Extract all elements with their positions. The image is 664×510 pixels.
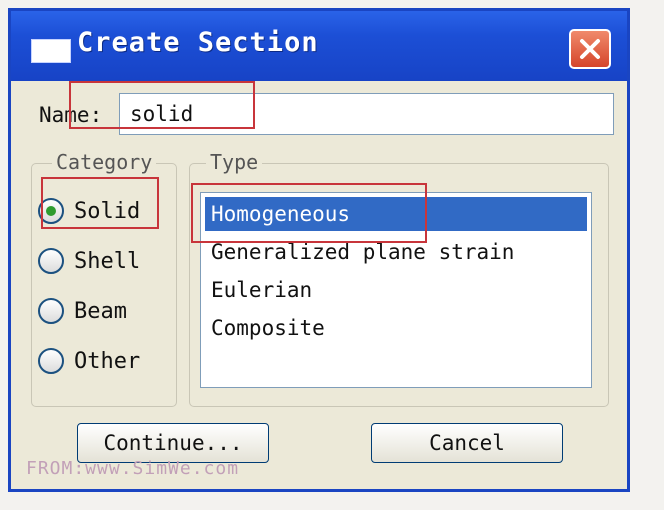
name-field[interactable]: solid [119, 93, 614, 135]
close-icon [580, 39, 600, 59]
category-title: Category [52, 150, 157, 174]
radio-beam[interactable] [38, 298, 64, 324]
continue-button[interactable]: Continue... [77, 423, 269, 463]
radio-label-other: Other [74, 348, 141, 374]
type-list[interactable]: Homogeneous Generalized plane strain Eul… [200, 192, 592, 388]
type-item-eulerian[interactable]: Eulerian [205, 273, 587, 307]
radio-label-solid: Solid [74, 198, 141, 224]
type-item-composite[interactable]: Composite [205, 311, 587, 345]
radio-solid[interactable] [38, 198, 64, 224]
category-option-solid[interactable]: Solid [38, 194, 140, 228]
window-title: Create Section [77, 27, 319, 58]
category-group: Category Solid Shell Beam Other [31, 150, 177, 407]
radio-label-beam: Beam [74, 298, 127, 324]
type-item-homogeneous[interactable]: Homogeneous [205, 197, 587, 231]
cancel-button[interactable]: Cancel [371, 423, 563, 463]
type-item-generalized-plane-strain[interactable]: Generalized plane strain [205, 235, 587, 269]
category-option-other[interactable]: Other [38, 344, 140, 378]
type-title: Type [206, 150, 263, 174]
window-icon [31, 39, 71, 63]
category-option-shell[interactable]: Shell [38, 244, 140, 278]
title-bar[interactable]: Create Section [11, 11, 627, 81]
name-label: Name: [39, 103, 103, 127]
category-option-beam[interactable]: Beam [38, 294, 127, 328]
create-section-dialog: Create Section Name: solid Category Soli… [8, 8, 630, 492]
radio-label-shell: Shell [74, 248, 141, 274]
close-button[interactable] [569, 29, 611, 69]
radio-other[interactable] [38, 348, 64, 374]
type-group: Type Homogeneous Generalized plane strai… [189, 150, 609, 407]
watermark: FROM:www.SimWe.com [26, 458, 240, 479]
radio-shell[interactable] [38, 248, 64, 274]
